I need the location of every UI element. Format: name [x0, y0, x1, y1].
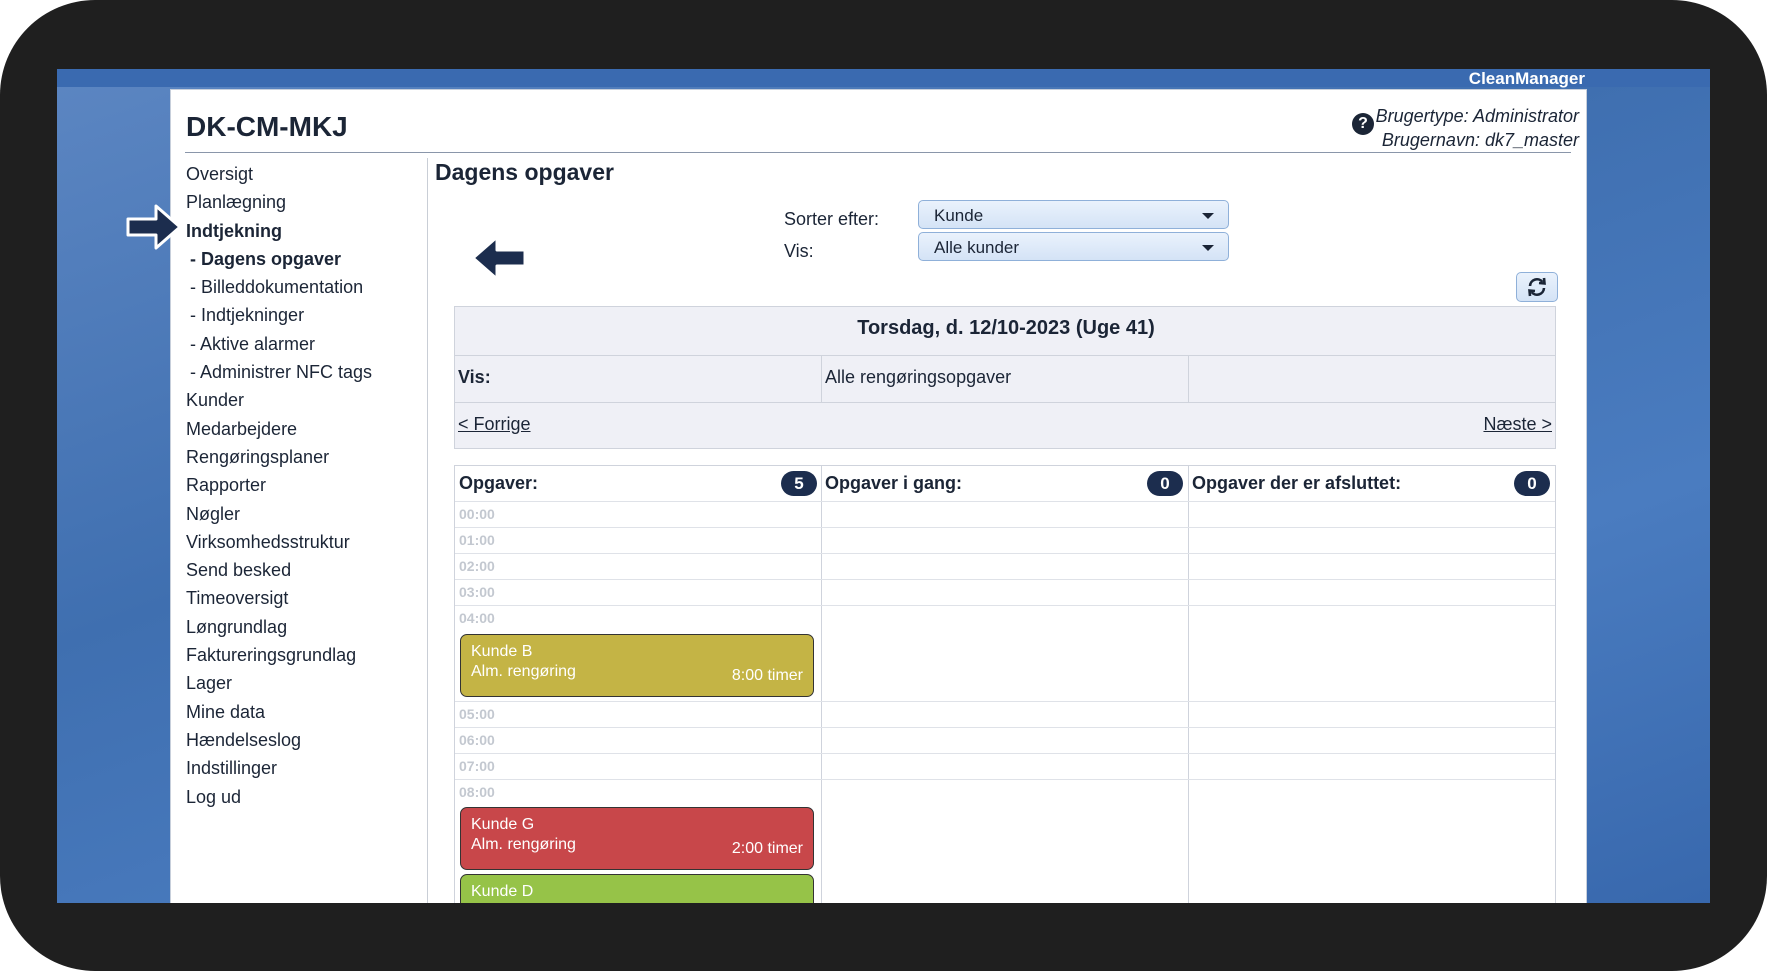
refresh-icon	[1528, 277, 1546, 297]
sidebar-item-aktive-alarmer[interactable]: - Aktive alarmer	[186, 330, 416, 358]
column-title-tasks: Opgaver:	[459, 473, 539, 493]
brand-label: CleanManager	[1468, 69, 1585, 88]
hour-label: 06:00	[459, 732, 495, 748]
sidebar-item-nfc-tags[interactable]: - Administrer NFC tags	[186, 358, 416, 386]
task-duration: 2:00 timer	[731, 840, 803, 857]
refresh-button[interactable]	[1516, 272, 1558, 302]
arrow-right-icon	[126, 204, 182, 250]
hour-label: 01:00	[459, 532, 495, 548]
column-title-finished: Opgaver der er afsluttet:	[1192, 473, 1402, 493]
sidebar-item-indstillinger[interactable]: Indstillinger	[186, 754, 416, 782]
arrow-left-icon	[471, 235, 527, 281]
hour-row: 01:00	[455, 527, 1555, 554]
nav-divider	[427, 158, 428, 903]
sidebar-item-indtjekninger[interactable]: - Indtjekninger	[186, 301, 416, 329]
sort-label: Sorter efter:	[784, 209, 880, 229]
date-heading: Torsdag, d. 12/10-2023 (Uge 41)	[857, 317, 1155, 339]
task-card[interactable]: Kunde B Alm. rengøring 8:00 timer	[460, 634, 814, 697]
hour-label: 08:00	[459, 784, 495, 800]
sidebar-item-longrundlag[interactable]: Løngrundlag	[186, 613, 416, 641]
hour-label: 07:00	[459, 758, 495, 774]
screen: CleanManager DK-CM-MKJ ? Brugertype: Adm…	[57, 69, 1710, 903]
page-title: Dagens opgaver	[435, 159, 614, 185]
count-badge-in-progress: 0	[1147, 471, 1183, 496]
task-customer: Kunde G	[471, 816, 535, 833]
user-info: Brugertype: Administrator Brugernavn: dk…	[1376, 104, 1579, 152]
hour-row: 05:00	[455, 701, 1555, 728]
next-day-link[interactable]: Næste >	[1483, 414, 1552, 435]
sidebar-item-log-ud[interactable]: Log ud	[186, 783, 416, 811]
cell-divider	[821, 355, 822, 402]
hour-label: 04:00	[459, 610, 495, 626]
help-icon[interactable]: ?	[1352, 113, 1374, 135]
sidebar-item-dagens-opgaver[interactable]: - Dagens opgaver	[186, 245, 416, 273]
view-label: Vis:	[784, 241, 814, 261]
sidebar-item-virksomhedsstruktur[interactable]: Virksomhedsstruktur	[186, 528, 416, 556]
hour-row: 07:00	[455, 753, 1555, 780]
sidebar-item-medarbejdere[interactable]: Medarbejdere	[186, 415, 416, 443]
sidebar-item-oversigt[interactable]: Oversigt	[186, 160, 416, 188]
filter-label: Vis:	[458, 367, 491, 387]
sort-select[interactable]: Kunde	[918, 200, 1229, 229]
row-divider	[455, 402, 1555, 403]
day-info-table: Torsdag, d. 12/10-2023 (Uge 41) Vis: All…	[454, 306, 1556, 449]
sort-select-value: Kunde	[934, 206, 984, 225]
sidebar-item-mine-data[interactable]: Mine data	[186, 698, 416, 726]
count-badge-tasks: 5	[781, 471, 817, 496]
sidebar-item-planlaegning[interactable]: Planlægning	[186, 188, 416, 216]
task-calendar: Opgaver: 5 Opgaver i gang: 0 Opgaver der…	[454, 465, 1556, 903]
prev-day-link[interactable]: < Forrige	[458, 414, 531, 435]
hour-row: 00:00	[455, 501, 1555, 528]
task-card[interactable]: Kunde G Alm. rengøring 2:00 timer	[460, 807, 814, 870]
hour-row: 03:00	[455, 579, 1555, 606]
sidebar-item-faktureringsgrundlag[interactable]: Faktureringsgrundlag	[186, 641, 416, 669]
sidebar-item-send-besked[interactable]: Send besked	[186, 556, 416, 584]
top-stripe	[57, 69, 1710, 87]
task-duration: 8:00 timer	[731, 667, 803, 684]
column-title-in-progress: Opgaver i gang:	[825, 473, 963, 493]
app-panel: DK-CM-MKJ ? Brugertype: Administrator Br…	[170, 89, 1587, 903]
hour-row: 06:00	[455, 727, 1555, 754]
hour-row: 02:00	[455, 553, 1555, 580]
view-select[interactable]: Alle kunder	[918, 232, 1229, 261]
view-select-value: Alle kunder	[934, 238, 1020, 257]
hour-label: 00:00	[459, 506, 495, 522]
sidebar-item-rengoringsplaner[interactable]: Rengøringsplaner	[186, 443, 416, 471]
device-frame: CleanManager DK-CM-MKJ ? Brugertype: Adm…	[0, 0, 1767, 971]
user-type: Brugertype: Administrator	[1375, 106, 1579, 126]
row-divider	[455, 355, 1555, 356]
sidebar-nav: Oversigt Planlægning Indtjekning - Dagen…	[186, 160, 416, 811]
sidebar-item-kunder[interactable]: Kunder	[186, 386, 416, 414]
filter-value: Alle rengøringsopgaver	[825, 367, 1012, 387]
sidebar-item-lager[interactable]: Lager	[186, 669, 416, 697]
cell-divider	[1188, 355, 1189, 402]
task-customer: Kunde B	[471, 643, 533, 660]
hour-label: 03:00	[459, 584, 495, 600]
header-divider	[185, 152, 1571, 153]
sidebar-item-rapporter[interactable]: Rapporter	[186, 471, 416, 499]
sidebar-item-timeoversigt[interactable]: Timeoversigt	[186, 584, 416, 612]
hour-label: 02:00	[459, 558, 495, 574]
task-card[interactable]: Kunde D	[460, 874, 814, 903]
sidebar-item-indtjekning[interactable]: Indtjekning	[186, 217, 416, 245]
chevron-down-icon	[1202, 213, 1214, 219]
user-name: Brugernavn: dk7_master	[1381, 130, 1579, 150]
sidebar-item-haendelseslog[interactable]: Hændelseslog	[186, 726, 416, 754]
sidebar-item-nogler[interactable]: Nøgler	[186, 500, 416, 528]
task-customer: Kunde D	[471, 883, 534, 900]
sidebar-item-billeddokumentation[interactable]: - Billeddokumentation	[186, 273, 416, 301]
hour-label: 05:00	[459, 706, 495, 722]
site-title: DK-CM-MKJ	[186, 111, 348, 142]
count-badge-finished: 0	[1514, 471, 1550, 496]
chevron-down-icon	[1202, 245, 1214, 251]
